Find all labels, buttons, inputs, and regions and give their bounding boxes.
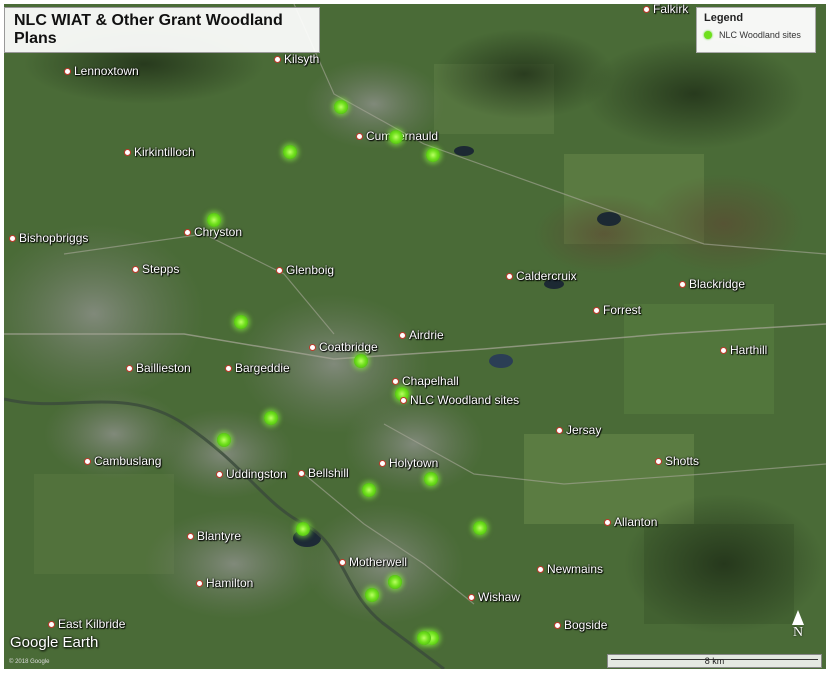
woodland-site-marker[interactable]	[417, 631, 431, 645]
place-label-falkirk: Falkirk	[643, 4, 688, 16]
woodland-site-marker[interactable]	[365, 588, 379, 602]
place-label-kilsyth: Kilsyth	[274, 52, 319, 66]
scale-bar: 8 km	[607, 654, 822, 668]
place-pin-icon	[9, 234, 16, 242]
woodland-site-marker[interactable]	[334, 100, 348, 114]
place-pin-icon	[216, 470, 223, 478]
map-title: NLC WIAT & Other Grant Woodland Plans	[14, 12, 283, 47]
place-label-harthill: Harthill	[720, 343, 767, 357]
north-label: N	[792, 625, 804, 640]
place-label-jersay: Jersay	[556, 423, 601, 437]
scale-label: 8 km	[704, 656, 725, 666]
place-label-bishopbriggs: Bishopbriggs	[9, 231, 88, 245]
place-label-bellshill: Bellshill	[298, 466, 349, 480]
legend: Legend NLC Woodland sites	[696, 7, 816, 53]
place-label-forrest: Forrest	[593, 303, 641, 317]
place-pin-icon	[48, 620, 55, 628]
place-label-coatbridge: Coatbridge	[309, 340, 378, 354]
place-pin-icon	[655, 457, 662, 465]
north-arrow-icon: N	[790, 610, 806, 641]
place-pin-icon	[132, 265, 139, 273]
place-pin-icon	[298, 469, 305, 477]
place-pin-icon	[309, 343, 316, 351]
place-pin-icon	[124, 148, 131, 156]
place-pin-icon	[506, 272, 513, 280]
woodland-site-marker[interactable]	[426, 148, 440, 162]
place-label-lennoxtown: Lennoxtown	[64, 64, 139, 78]
place-label-stepps: Stepps	[132, 262, 179, 276]
place-label-blackridge: Blackridge	[679, 277, 745, 291]
legend-entry: NLC Woodland sites	[704, 30, 808, 40]
place-label-chapelhall: Chapelhall	[392, 374, 459, 388]
place-pin-icon	[643, 5, 650, 13]
google-earth-logo: Google Earth	[10, 634, 99, 651]
place-pin-icon	[399, 331, 406, 339]
map-site-label: NLC Woodland sites	[400, 393, 519, 407]
place-label-kirkintilloch: Kirkintilloch	[124, 145, 195, 159]
place-label-wishaw: Wishaw	[468, 590, 520, 604]
place-pin-icon	[392, 377, 399, 385]
place-pin-icon	[196, 579, 203, 587]
woodland-site-marker[interactable]	[207, 213, 221, 227]
map-view[interactable]: FalkirkLennoxtownKilsythKirkintillochCum…	[4, 4, 826, 669]
place-pin-icon	[604, 518, 611, 526]
place-pin-icon	[339, 558, 346, 566]
place-pin-icon	[276, 266, 283, 274]
woodland-site-marker[interactable]	[264, 411, 278, 425]
place-pin-icon	[593, 306, 600, 314]
place-label-shotts: Shotts	[655, 454, 699, 468]
woodland-site-marker[interactable]	[473, 521, 487, 535]
woodland-site-marker[interactable]	[217, 433, 231, 447]
place-pin-icon	[225, 364, 232, 372]
map-title-box: NLC WIAT & Other Grant Woodland Plans	[4, 7, 320, 53]
place-label-chryston: Chryston	[184, 225, 242, 239]
place-pin-icon	[84, 457, 91, 465]
place-pin-icon	[187, 532, 194, 540]
woodland-site-marker[interactable]	[354, 354, 368, 368]
woodland-site-marker[interactable]	[234, 315, 248, 329]
copyright-text: © 2018 Google	[9, 659, 50, 665]
woodland-site-marker[interactable]	[424, 472, 438, 486]
place-label-blantyre: Blantyre	[187, 529, 241, 543]
place-label-baillieston: Baillieston	[126, 361, 191, 375]
woodland-site-marker[interactable]	[296, 522, 310, 536]
woodland-site-marker[interactable]	[362, 483, 376, 497]
place-label-uddingston: Uddingston	[216, 467, 287, 481]
place-pin-icon	[184, 228, 191, 236]
place-label-east-kilbride: East Kilbride	[48, 617, 125, 631]
place-pin-icon	[554, 621, 561, 629]
place-pin-icon	[556, 426, 563, 434]
place-pin-icon	[537, 565, 544, 573]
place-pin-icon	[400, 396, 407, 404]
place-label-newmains: Newmains	[537, 562, 603, 576]
legend-dot-icon	[704, 31, 712, 39]
woodland-site-marker[interactable]	[283, 145, 297, 159]
place-label-hamilton: Hamilton	[196, 576, 253, 590]
woodland-site-marker[interactable]	[388, 575, 402, 589]
place-label-caldercruix: Caldercruix	[506, 269, 577, 283]
place-pin-icon	[64, 67, 71, 75]
place-label-cambuslang: Cambuslang	[84, 454, 161, 468]
place-pin-icon	[720, 346, 727, 354]
place-label-holytown: Holytown	[379, 456, 438, 470]
place-pin-icon	[468, 593, 475, 601]
place-pin-icon	[126, 364, 133, 372]
place-label-bargeddie: Bargeddie	[225, 361, 290, 375]
place-label-airdrie: Airdrie	[399, 328, 444, 342]
place-pin-icon	[379, 459, 386, 467]
place-label-glenboig: Glenboig	[276, 263, 334, 277]
woodland-site-marker[interactable]	[389, 130, 403, 144]
place-pin-icon	[679, 280, 686, 288]
legend-entry-label: NLC Woodland sites	[719, 30, 801, 40]
legend-heading: Legend	[704, 12, 744, 24]
place-label-motherwell: Motherwell	[339, 555, 407, 569]
place-label-allanton: Allanton	[604, 515, 657, 529]
place-pin-icon	[274, 55, 281, 63]
place-pin-icon	[356, 132, 363, 140]
place-label-bogside: Bogside	[554, 618, 607, 632]
